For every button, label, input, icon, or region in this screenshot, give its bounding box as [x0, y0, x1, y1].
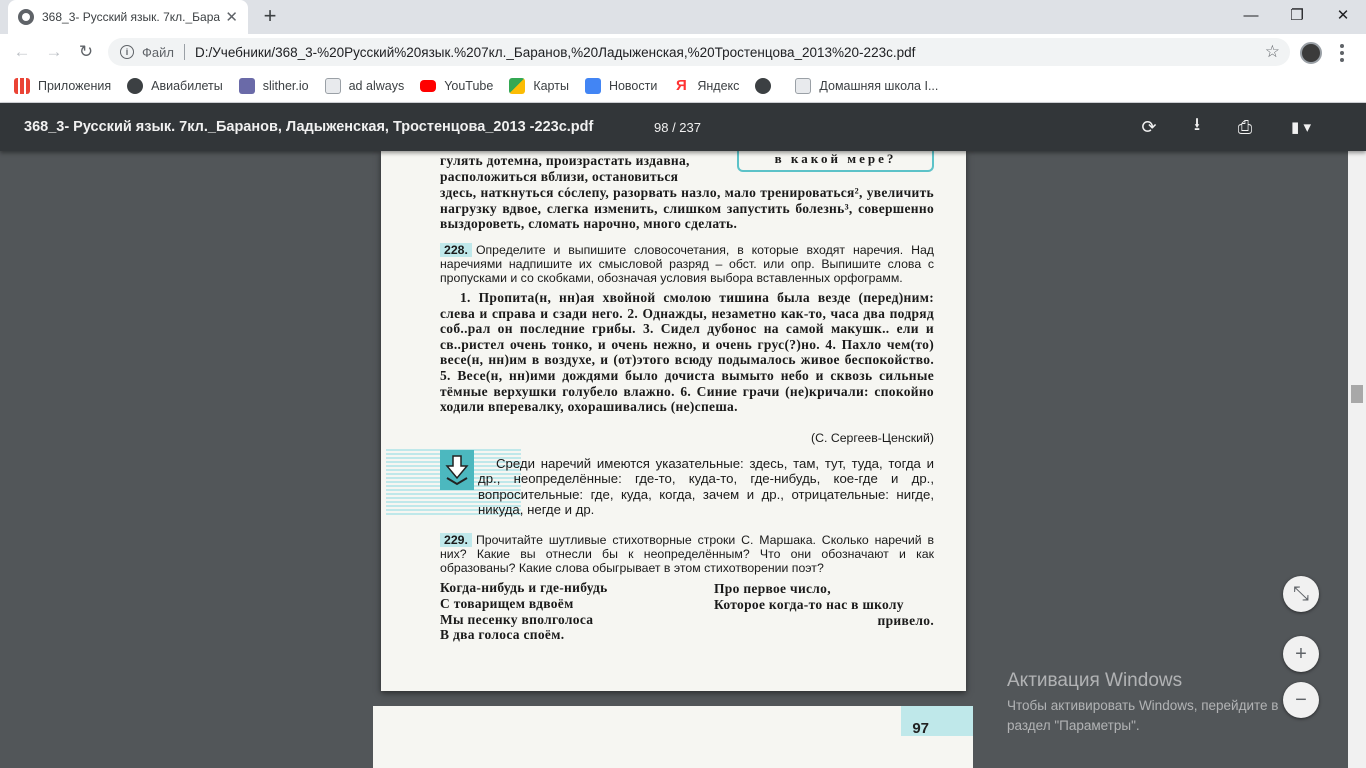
bookmarks-bar: Приложения Авиабилеты slither.io ad alwa…: [0, 70, 1366, 103]
bookmark-label: slither.io: [262, 79, 309, 93]
poem-line: Когда-нибудь и где-нибудь: [440, 580, 608, 595]
vertical-scrollbar[interactable]: [1348, 151, 1366, 768]
yandex-icon: Я: [675, 77, 687, 94]
exercise-text: Определите и выпишите словосочетания, в …: [440, 243, 934, 285]
pdf-title: 368_3- Русский язык. 7кл._Баранов, Ладыж…: [24, 119, 594, 135]
maps-icon: [509, 78, 526, 94]
poem-line: В два голоса споём.: [440, 627, 565, 643]
poem-left: Когда-нибудь и где-нибудь С товарищем вд…: [440, 580, 608, 643]
exercise-text: Прочитайте шутливые стихотворные строки …: [440, 533, 934, 575]
pdf-toolbar: 368_3- Русский язык. 7кл._Баранов, Ладыж…: [0, 103, 1366, 151]
tab-strip: 368_3- Русский язык. 7кл._Баранов ✕ + — …: [0, 0, 1366, 34]
maximize-button[interactable]: ❐: [1274, 0, 1320, 30]
browser-toolbar: ← → ↻ i Файл D:/Учебники/368_3-%20Русски…: [0, 34, 1366, 70]
bookmark-news[interactable]: Новости: [584, 78, 658, 94]
download-icon[interactable]: ⭳: [1185, 114, 1209, 139]
print-icon[interactable]: ⎙: [1233, 115, 1257, 139]
watermark-line: Чтобы активировать Windows, перейдите в: [1007, 698, 1279, 713]
page-indicator[interactable]: 98 / 237: [654, 120, 701, 135]
exercise-author: (С. Сергеев-Ценский): [811, 431, 934, 445]
bookmark-label: Новости: [608, 79, 658, 93]
youtube-icon: [420, 80, 437, 92]
slither-icon: [238, 78, 255, 94]
exercise-229-task: 229. Прочитайте шутливые стихотворные стр…: [440, 533, 934, 575]
minimize-button[interactable]: —: [1228, 0, 1274, 30]
apps-grid-icon: [14, 78, 30, 94]
bookmark-label: Домашняя школа I...: [819, 79, 939, 93]
bookmark-star-icon[interactable]: ☆: [1265, 42, 1280, 62]
zoom-out-button[interactable]: −: [1283, 682, 1319, 718]
bookmark-youtube[interactable]: YouTube: [420, 79, 493, 93]
page-icon: [795, 78, 812, 94]
profile-avatar[interactable]: [1300, 42, 1322, 64]
globe-favicon-icon: [18, 9, 34, 25]
page-icon: [324, 78, 341, 94]
poem-right: Про первое число, Которое когда-то нас в…: [714, 581, 934, 628]
bookmark-globe[interactable]: [755, 78, 779, 94]
text-paragraph: здесь, наткнуться сóслепу, разорвать наз…: [440, 185, 934, 232]
globe-icon: [127, 78, 144, 94]
browser-menu-icon[interactable]: [1340, 44, 1346, 62]
globe-icon: [755, 78, 772, 94]
bookmark-ad-always[interactable]: ad always: [324, 78, 405, 94]
windows-activation-watermark: Активация Windows Чтобы активировать Win…: [1007, 670, 1278, 736]
zoom-in-button[interactable]: +: [1283, 636, 1319, 672]
pdf-next-page: 97: [373, 706, 973, 768]
exercise-228-body: 1. Пропита(н, нн)ая хвойной смолою тишин…: [440, 290, 934, 415]
rotate-icon[interactable]: ⟳: [1137, 115, 1161, 139]
poem-line: С товарищем вдвоём: [440, 595, 574, 611]
news-icon: [584, 78, 601, 94]
address-bar[interactable]: i Файл D:/Учебники/368_3-%20Русский%20яз…: [108, 38, 1290, 66]
exercise-number: 228.: [440, 243, 472, 257]
bookmark-icon[interactable]: ▮ ▾: [1281, 115, 1321, 139]
url-scheme-label: Файл: [142, 44, 174, 60]
tab-close-icon[interactable]: ✕: [225, 8, 238, 26]
watermark-line: раздел "Параметры".: [1007, 718, 1140, 733]
url-text[interactable]: D:/Учебники/368_3-%20Русский%20язык.%207…: [195, 45, 915, 60]
bookmark-label: ad always: [348, 79, 405, 93]
poem-line: Мы песенку вполголоса: [440, 611, 594, 627]
bookmark-label: Карты: [533, 79, 569, 93]
browser-tab[interactable]: 368_3- Русский язык. 7кл._Баранов ✕: [8, 0, 248, 34]
info-icon[interactable]: i: [120, 45, 134, 59]
bookmark-label: Яндекс: [697, 79, 740, 93]
bookmark-slither[interactable]: slither.io: [238, 78, 309, 94]
bookmark-aviabilety[interactable]: Авиабилеты: [127, 78, 223, 94]
bookmark-home-school[interactable]: Домашняя школа I...: [795, 78, 938, 94]
bookmark-label: Приложения: [38, 79, 112, 93]
watermark-title: Активация Windows: [1007, 670, 1183, 691]
rule-text: Среди наречий имеются указательные: здес…: [478, 456, 934, 517]
poem-line: Которое когда-то нас в школу: [714, 596, 904, 612]
scrollbar-thumb[interactable]: [1351, 385, 1363, 403]
back-button[interactable]: ←: [10, 40, 34, 64]
close-window-button[interactable]: ✕: [1320, 0, 1366, 30]
bookmark-yandex[interactable]: Я Яндекс: [673, 78, 739, 94]
text-line: расположиться вблизи, остановиться: [440, 169, 679, 184]
new-tab-button[interactable]: +: [258, 5, 282, 29]
poem-line: привело.: [877, 612, 934, 628]
exercise-number: 229.: [440, 533, 472, 547]
poem-line: Про первое число,: [714, 581, 831, 596]
fit-to-page-button[interactable]: ⤡: [1283, 576, 1319, 612]
forward-button[interactable]: →: [42, 40, 66, 64]
rule-marker-icon: [440, 450, 474, 490]
page-number: 97: [912, 720, 929, 737]
omnibox-divider: [183, 44, 185, 60]
page-header-box: в какой мере?: [737, 151, 934, 172]
bookmark-maps[interactable]: Карты: [509, 78, 569, 94]
tab-title: 368_3- Русский язык. 7кл._Баранов: [42, 10, 220, 24]
bookmark-label: YouTube: [444, 79, 494, 93]
reload-button[interactable]: ↻: [74, 40, 98, 64]
exercise-228-task: 228. Определите и выпишите словосочетания…: [440, 243, 934, 285]
bookmark-label: Авиабилеты: [151, 79, 223, 93]
bookmark-apps[interactable]: Приложения: [14, 78, 111, 94]
pdf-page: в какой мере? гулять дотемна, произраста…: [381, 151, 966, 691]
text-line: гулять дотемна, произрастать издавна,: [440, 153, 690, 168]
